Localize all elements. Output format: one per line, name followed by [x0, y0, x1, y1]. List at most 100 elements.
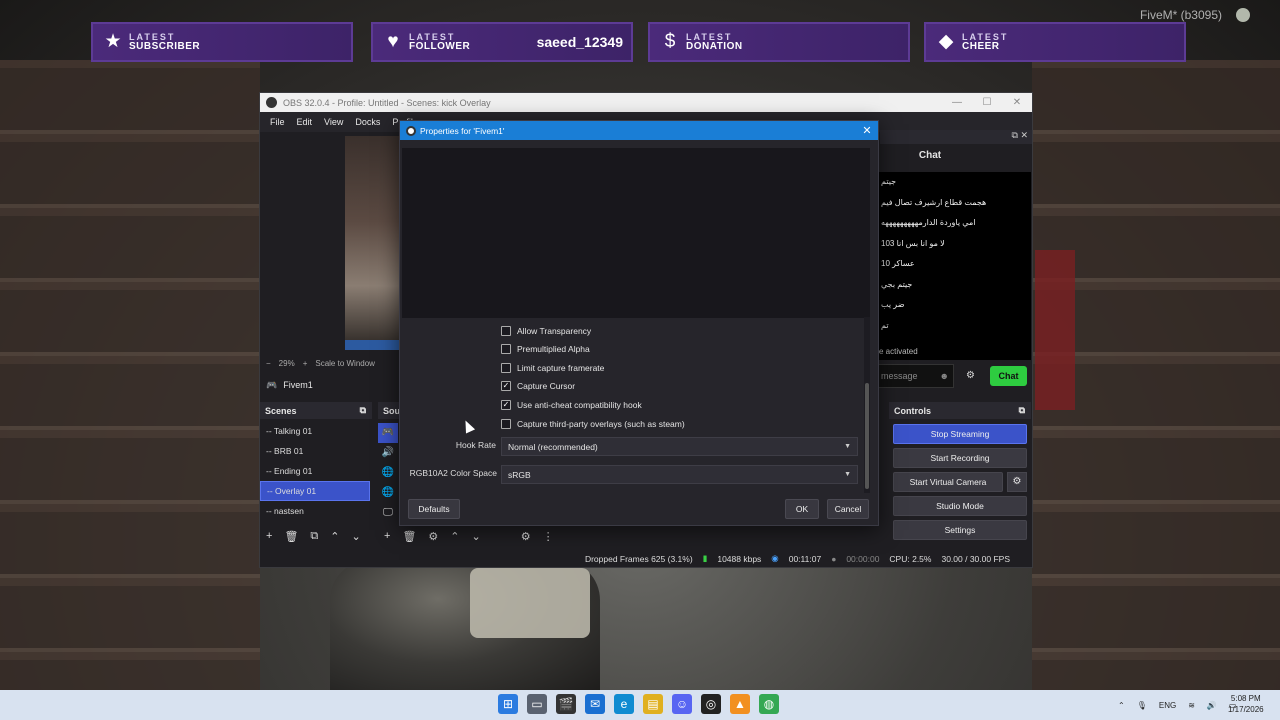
- scene-item[interactable]: -- BRB 01: [260, 441, 370, 461]
- fivem-taskbar-icon[interactable]: ▲: [730, 694, 750, 714]
- settings-button[interactable]: Settings: [893, 520, 1027, 540]
- outlook-icon[interactable]: ✉: [585, 694, 605, 714]
- color-space-select[interactable]: sRGB ▼: [501, 465, 858, 484]
- star-icon: ★: [104, 31, 122, 52]
- limit-capture-framerate-option[interactable]: Limit capture framerate: [501, 361, 604, 375]
- clapper-app-icon[interactable]: 🎬: [556, 694, 576, 714]
- obs-taskbar-icon[interactable]: ◎: [701, 694, 721, 714]
- hook-rate-select[interactable]: Normal (recommended) ▼: [501, 437, 858, 456]
- undock-icon[interactable]: ⧉: [1019, 405, 1025, 416]
- chrome-icon[interactable]: ◍: [759, 694, 779, 714]
- discord-icon[interactable]: ☺: [672, 694, 692, 714]
- gear-icon[interactable]: ⚙: [428, 530, 438, 543]
- checkbox[interactable]: [501, 326, 511, 336]
- menu-file[interactable]: File: [264, 117, 291, 127]
- checkbox-checked[interactable]: ✓: [501, 381, 511, 391]
- chat-message: لا مو انا بس انا 103: [881, 238, 945, 248]
- checkbox-label: Capture third-party overlays (such as st…: [517, 419, 685, 429]
- taskbar-clock[interactable]: 5:08 PM 1/17/2026: [1228, 693, 1264, 715]
- move-up-icon[interactable]: ⌃: [330, 530, 339, 543]
- sources-panel-header: Sou: [378, 402, 400, 419]
- add-source-icon[interactable]: +: [384, 530, 390, 542]
- remove-source-icon[interactable]: 🗑: [402, 530, 416, 543]
- chat-message: هجمت قطاع ارشيرف تصال فيم: [881, 197, 987, 207]
- menu-docks[interactable]: Docks: [349, 117, 386, 127]
- zoom-in-button[interactable]: +: [303, 359, 308, 368]
- obs-titlebar[interactable]: OBS 32.0.4 - Profile: Untitled - Scenes:…: [260, 93, 1032, 112]
- move-down-icon[interactable]: ⌄: [351, 530, 360, 543]
- third-party-overlays-option[interactable]: Capture third-party overlays (such as st…: [501, 417, 685, 431]
- chevron-up-icon[interactable]: ⌃: [1118, 701, 1125, 710]
- minimize-icon[interactable]: —: [942, 97, 972, 108]
- gear-icon[interactable]: ⚙: [1007, 472, 1027, 492]
- taskview-icon[interactable]: ▭: [527, 694, 547, 714]
- checkbox-checked[interactable]: ✓: [501, 400, 511, 410]
- browser-source-icon[interactable]: 🌐: [378, 463, 398, 483]
- alert-label-bottom: CHEER: [962, 41, 1000, 52]
- menu-edit[interactable]: Edit: [291, 117, 319, 127]
- filter-icon[interactable]: ⧉: [310, 530, 318, 543]
- microphone-icon[interactable]: 🎙: [1137, 701, 1147, 710]
- language-indicator[interactable]: ENG: [1159, 701, 1176, 710]
- start-recording-button[interactable]: Start Recording: [893, 448, 1027, 468]
- chat-send-button[interactable]: Chat: [990, 366, 1027, 386]
- undock-icon[interactable]: ⧉: [360, 405, 366, 416]
- checkbox[interactable]: [501, 419, 511, 429]
- move-down-icon[interactable]: ⌄: [472, 530, 481, 543]
- mixer-settings-icon[interactable]: ⚙: [521, 530, 531, 543]
- studio-mode-button[interactable]: Studio Mode: [893, 496, 1027, 516]
- checkbox-label: Limit capture framerate: [517, 363, 605, 373]
- dialog-titlebar[interactable]: Properties for 'Fivem1' ✕: [400, 121, 878, 140]
- audio-source-icon[interactable]: 🔊: [378, 443, 398, 463]
- zoom-out-button[interactable]: −: [266, 359, 271, 368]
- ok-button[interactable]: OK: [785, 499, 819, 519]
- scene-item[interactable]: -- nastsen: [260, 501, 370, 521]
- stop-streaming-button[interactable]: Stop Streaming: [893, 424, 1027, 444]
- scenes-header-label: Scenes: [265, 405, 297, 416]
- scene-item-selected[interactable]: -- Overlay 01: [260, 481, 370, 501]
- chat-message: امي ياوردة الدارمهههههههههه: [881, 218, 976, 227]
- premultiplied-alpha-option[interactable]: Premultiplied Alpha: [501, 342, 590, 356]
- latest-donation-banner: $ LATEST DONATION: [648, 22, 910, 62]
- cancel-button[interactable]: Cancel: [827, 499, 869, 519]
- browser-source-icon[interactable]: 🌐: [378, 483, 398, 503]
- menu-view[interactable]: View: [318, 117, 349, 127]
- close-icon[interactable]: ✕: [1002, 97, 1032, 108]
- file-explorer-icon[interactable]: ▤: [643, 694, 663, 714]
- undock-icon[interactable]: ⧉: [1012, 130, 1018, 140]
- volume-icon[interactable]: 🔊: [1207, 701, 1217, 710]
- chat-message-input[interactable]: message ☻: [876, 364, 954, 388]
- allow-transparency-option[interactable]: Allow Transparency: [501, 324, 591, 338]
- stream-time: 00:11:07: [788, 553, 822, 564]
- display-source-icon[interactable]: 🖵: [378, 503, 398, 523]
- emoji-icon[interactable]: ☻: [940, 371, 949, 381]
- scene-item[interactable]: -- Talking 01: [260, 421, 370, 441]
- gear-icon[interactable]: ⚙: [966, 370, 975, 381]
- start-windows-icon[interactable]: ⊞: [498, 694, 518, 714]
- remove-scene-icon[interactable]: 🗑: [284, 530, 298, 543]
- dropped-frames: Dropped Frames 625 (3.1%): [584, 553, 693, 564]
- maximize-icon[interactable]: ☐: [972, 97, 1002, 108]
- start-virtual-camera-button[interactable]: Start Virtual Camera: [893, 472, 1003, 492]
- close-icon[interactable]: ✕: [1020, 130, 1028, 140]
- scrollbar[interactable]: [864, 317, 870, 493]
- anti-cheat-hook-option[interactable]: ✓ Use anti-cheat compatibility hook: [501, 398, 642, 412]
- scene-preview[interactable]: [345, 136, 400, 350]
- capture-cursor-option[interactable]: ✓ Capture Cursor: [501, 379, 575, 393]
- chat-message: جيتم: [881, 177, 897, 186]
- defaults-button[interactable]: Defaults: [408, 499, 460, 519]
- scale-to-window-button[interactable]: Scale to Window: [315, 359, 375, 368]
- scenes-toolbar: + 🗑 ⧉ ⌃ ⌄: [260, 527, 372, 545]
- scene-item[interactable]: -- Ending 01: [260, 461, 370, 481]
- more-options-icon[interactable]: ⋮: [543, 530, 554, 543]
- add-scene-icon[interactable]: +: [266, 530, 272, 542]
- move-up-icon[interactable]: ⌃: [450, 530, 459, 543]
- edge-icon[interactable]: e: [614, 694, 634, 714]
- checkbox[interactable]: [501, 344, 511, 354]
- scrollbar-thumb[interactable]: [865, 383, 869, 489]
- checkbox[interactable]: [501, 363, 511, 373]
- chevron-down-icon: ▼: [844, 471, 851, 478]
- close-icon[interactable]: ✕: [856, 124, 878, 137]
- game-capture-source-icon[interactable]: 🎮: [378, 423, 398, 443]
- wifi-icon[interactable]: ≋: [1188, 701, 1195, 710]
